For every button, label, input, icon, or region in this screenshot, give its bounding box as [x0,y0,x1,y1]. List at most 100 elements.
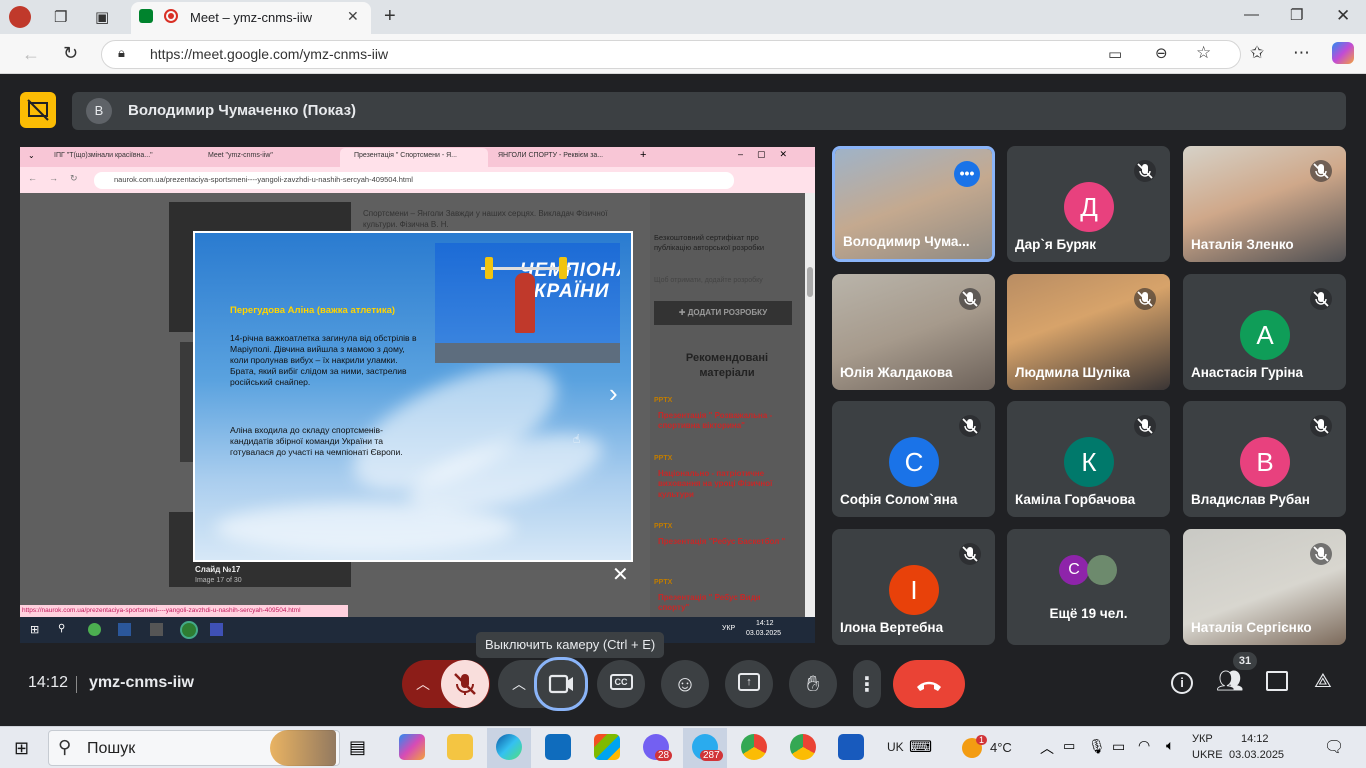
shared-url-box: naurok.com.ua/prezentaciya-sportsmeni---… [94,172,734,189]
present-screen-button[interactable]: ↑ [725,660,773,708]
close-gallery-icon: ✕ [612,564,629,586]
participant-tile[interactable]: К Каміла Горбачова [1007,401,1170,517]
recommended-badge: PPTX [654,579,673,586]
word-icon[interactable] [838,734,864,760]
task-view-icon[interactable]: ▤ [349,737,366,758]
keyboard-icon[interactable]: ⌨ [909,737,932,757]
copilot-icon[interactable] [1332,42,1354,64]
camera-in-use-icon[interactable]: ▭ [1108,45,1122,63]
participant-tile[interactable]: Наталія Сергієнко [1183,529,1346,645]
participant-tile[interactable]: ••• Володимир Чума... [832,146,995,262]
shared-lang: УКР [722,625,736,632]
shared-right-panel: Безкоштовний сертифікат про публікацію а… [650,193,810,617]
edge-icon[interactable] [496,734,522,760]
participant-name: Каміла Горбачова [1015,492,1136,507]
mic-off-icon [454,673,476,695]
participant-avatar: І [889,565,939,615]
participants-icon[interactable]: 👥︎ [1216,668,1244,694]
camera-toggle-button[interactable] [534,657,588,711]
maximize-icon[interactable]: ❐ [1290,6,1303,24]
windows-start-icon[interactable]: ⊞ [14,738,29,759]
mic-off-icon [1310,288,1332,310]
activities-icon[interactable]: ⟁ [1314,670,1332,693]
battery-icon[interactable]: ▭ [1112,738,1125,755]
volume-icon[interactable]: 🔈︎ [1166,737,1174,754]
barbell-plate [485,257,493,279]
copilot-app-icon[interactable] [399,734,425,760]
captions-button[interactable]: CC [597,660,645,708]
close-window-icon[interactable]: ✕ [1336,6,1350,26]
participant-tile[interactable]: Юлія Жалдакова [832,274,995,390]
participant-tile[interactable]: Наталія Зленко [1183,146,1346,262]
participant-tile[interactable]: С Ещё 19 чел. [1007,529,1170,645]
participant-avatar-photo [1087,555,1117,585]
workspaces-icon[interactable]: ❐ [54,8,67,26]
participant-tile[interactable]: В Владислав Рубан [1183,401,1346,517]
taskbar-time[interactable]: 14:12 [1241,733,1269,745]
browser-profile-icon[interactable] [9,6,31,28]
settings-more-icon[interactable]: ⋯ [1293,43,1310,63]
ime-indicator[interactable]: UK [887,740,904,754]
mic-tray-icon[interactable]: 🎙︎ [1088,738,1106,755]
microphone-toggle-button[interactable] [441,660,489,708]
more-options-button[interactable]: ⋮ [853,660,881,708]
shared-url: naurok.com.ua/prezentaciya-sportsmeni---… [114,175,413,184]
participant-avatar: С [1059,555,1089,585]
favorite-star-icon[interactable]: ☆ [1196,43,1211,63]
participant-tile[interactable]: І Ілона Вертебна [832,529,995,645]
notifications-icon[interactable]: 🗨︎ [1324,737,1344,757]
shared-taskbar: ⊞ ⚲ УКР 14:12 03.03.2025 [20,617,815,643]
reload-icon[interactable]: ↻ [63,43,78,64]
participant-tile[interactable]: С Софія Солом`яна [832,401,995,517]
store-icon[interactable] [594,734,620,760]
telegram-badge: 287 [700,750,723,761]
new-tab-icon[interactable]: + [384,5,396,28]
favorites-icon[interactable]: ✩ [1250,43,1264,63]
camera-tooltip: Выключить камеру (Ctrl + E) [476,632,665,658]
shared-tab: Meet "ymz-cnms-iiw" [208,152,273,159]
meeting-info-icon[interactable]: i [1171,672,1193,694]
next-slide-icon: › [609,378,618,408]
wifi-icon[interactable]: ◠ [1138,737,1150,754]
chrome-meet-icon[interactable] [790,734,816,760]
chrome-icon[interactable] [741,734,767,760]
more-vert-icon: ⋮ [857,674,877,696]
shared-app-icon [180,621,198,639]
chevron-up-icon[interactable]: ︿ [416,674,430,694]
meeting-clock: 14:12 [28,674,69,691]
chevron-up-icon[interactable]: ︿ [512,674,526,694]
participant-name: Софія Солом`яна [840,492,958,507]
site-info-icon[interactable]: 🔒︎ [118,45,125,61]
participant-name: Наталія Сергієнко [1191,620,1312,635]
extensions-icon[interactable]: ⊖ [1155,44,1168,62]
camera-tray-icon[interactable]: ▭ [1063,738,1075,754]
outlook-icon[interactable] [545,734,571,760]
minimize-icon[interactable]: — [1244,6,1259,23]
tab-actions-icon[interactable]: ▣ [95,8,109,26]
back-icon[interactable]: ← [22,44,40,65]
recording-indicator-icon [164,9,178,23]
end-call-button[interactable] [893,660,965,708]
reactions-button[interactable]: ☺ [661,660,709,708]
participant-tile[interactable]: А Анастасія Гуріна [1183,274,1346,390]
tray-chevron-icon[interactable]: ︿ [1040,738,1054,758]
lang-bottom[interactable]: UKRE [1192,749,1223,761]
presentation-slide: ЧЕМПІОНАТ УКРАЇНИ Перегудова Аліна (важк… [193,231,633,562]
cert-link: Щоб отримати, додайте розробку [654,277,763,284]
file-explorer-icon[interactable] [447,734,473,760]
participant-avatar: В [1240,437,1290,487]
tab-close-icon[interactable]: ✕ [347,8,359,25]
participant-tile[interactable]: Людмила Шуліка [1007,274,1170,390]
participant-tile[interactable]: Д Дар`я Буряк [1007,146,1170,262]
participant-name: Владислав Рубан [1191,492,1310,507]
taskbar-date[interactable]: 03.03.2025 [1229,749,1284,761]
shared-window-controls: –▢✕ [738,149,802,159]
mic-off-icon [959,415,981,437]
divider [76,676,77,693]
raise-hand-button[interactable]: ✋︎ [789,660,837,708]
more-options-icon: ••• [954,161,980,187]
stop-presenting-icon[interactable] [20,92,56,128]
lang-top[interactable]: УКР [1192,733,1213,745]
participants-count: 31 [1233,652,1257,670]
chat-icon[interactable] [1266,671,1288,691]
